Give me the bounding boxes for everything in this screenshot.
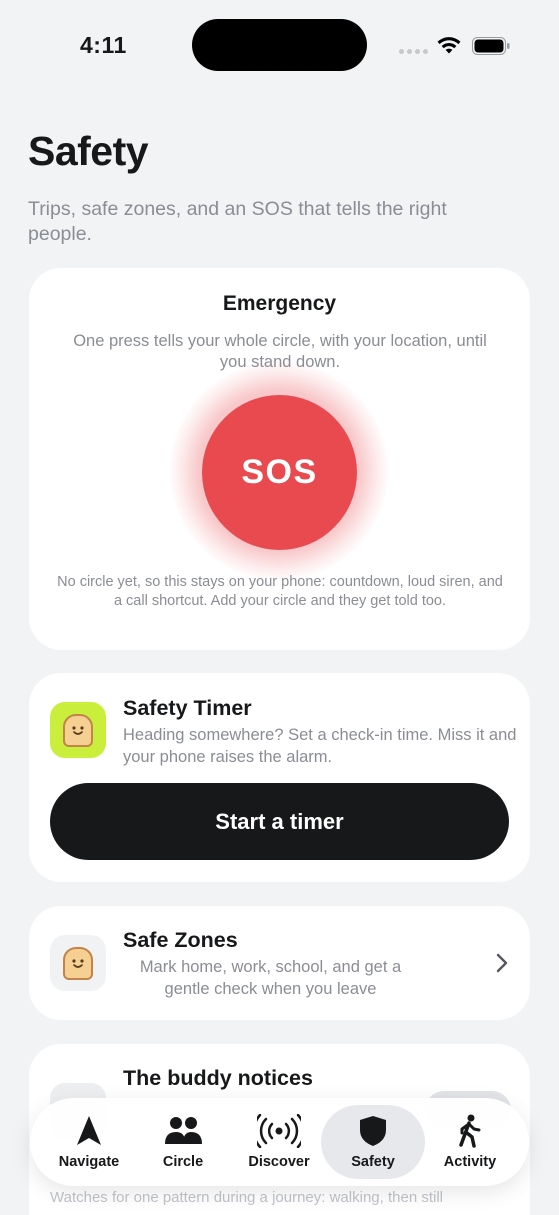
- emergency-note: No circle yet, so this stays on your pho…: [57, 574, 503, 609]
- tab-label: Navigate: [58, 1154, 120, 1170]
- wifi-icon: [437, 37, 461, 54]
- navigate-arrow-icon: [77, 1116, 101, 1145]
- broadcast-icon: [257, 1114, 301, 1148]
- tab-label: Activity: [443, 1154, 497, 1170]
- cellular-signal-icon: [399, 49, 428, 54]
- safety-screen: 4:11 Safety Trips, safe zones, and an SO…: [0, 0, 559, 1215]
- emergency-title: Emergency: [222, 292, 337, 315]
- tab-discover[interactable]: Discover: [227, 1105, 331, 1179]
- page-subtitle: Trips, safe zones, and an SOS that tells…: [28, 198, 447, 245]
- shield-icon: [360, 1116, 386, 1146]
- buddy-title: The buddy notices: [123, 1066, 313, 1090]
- tab-activity[interactable]: Activity: [418, 1105, 522, 1179]
- tab-label: Circle: [162, 1154, 204, 1170]
- tab-safety[interactable]: Safety: [321, 1105, 425, 1179]
- status-time: 4:11: [80, 32, 127, 58]
- safe-zones-description: Mark home, work, school, and get a gentl…: [139, 958, 402, 998]
- tab-label: Discover: [248, 1154, 310, 1170]
- page-title: Safety: [28, 128, 149, 174]
- safety-timer-title: Safety Timer: [123, 696, 252, 720]
- safety-timer-description: Heading somewhere? Set a check-in time. …: [123, 726, 517, 766]
- battery-icon: [472, 37, 510, 55]
- sos-label: SOS: [241, 453, 318, 491]
- tab-label: Safety: [351, 1154, 395, 1170]
- chevron-right-icon: [496, 953, 508, 973]
- tab-navigate[interactable]: Navigate: [37, 1105, 141, 1179]
- toast-mascot-icon: [50, 702, 106, 758]
- toast-mascot-icon: [50, 935, 106, 991]
- sos-button[interactable]: SOS: [202, 395, 357, 550]
- tab-circle[interactable]: Circle: [131, 1105, 235, 1179]
- people-icon: [165, 1117, 202, 1144]
- walking-person-icon: [459, 1114, 481, 1148]
- safe-zones-title: Safe Zones: [123, 928, 238, 952]
- start-timer-button[interactable]: Start a timer: [50, 783, 509, 860]
- buddy-note: Watches for one pattern during a journey…: [50, 1189, 443, 1206]
- dynamic-island: [192, 19, 367, 71]
